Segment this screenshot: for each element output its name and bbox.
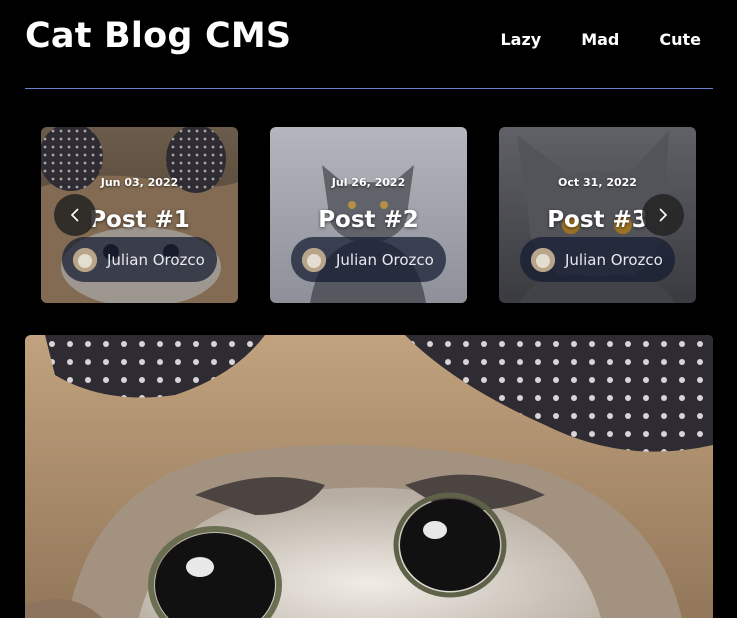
author-chip[interactable]: Julian Orozco [291,237,446,282]
featured-post-image[interactable] [25,335,713,618]
post-date: Oct 31, 2022 [558,176,637,189]
hero-cat-image [25,335,713,618]
author-avatar [531,247,555,272]
site-title[interactable]: Cat Blog CMS [25,16,291,56]
post-card-2[interactable]: Jul 26, 2022 Post #2 Julian Orozco [270,127,467,303]
carousel-prev-button[interactable] [54,194,96,236]
site-header: Cat Blog CMS Lazy Mad Cute [25,0,713,89]
author-chip[interactable]: Julian Orozco [520,237,675,282]
post-carousel: Jun 03, 2022 Post #1 Julian Orozco Jul 2… [41,127,696,303]
main-nav: Lazy Mad Cute [500,30,701,49]
author-name: Julian Orozco [336,250,434,269]
author-chip[interactable]: Julian Orozco [62,237,217,282]
author-name: Julian Orozco [565,250,663,269]
carousel-next-button[interactable] [642,194,684,236]
author-avatar [73,247,97,272]
post-title[interactable]: Post #2 [270,207,467,233]
chevron-right-icon [659,208,668,222]
post-date: Jul 26, 2022 [331,176,406,189]
author-avatar [302,247,326,272]
nav-item-mad[interactable]: Mad [581,30,619,49]
post-date: Jun 03, 2022 [100,176,179,189]
nav-item-cute[interactable]: Cute [659,30,701,49]
chevron-left-icon [70,208,79,222]
nav-item-lazy[interactable]: Lazy [500,30,541,49]
author-name: Julian Orozco [107,250,205,269]
